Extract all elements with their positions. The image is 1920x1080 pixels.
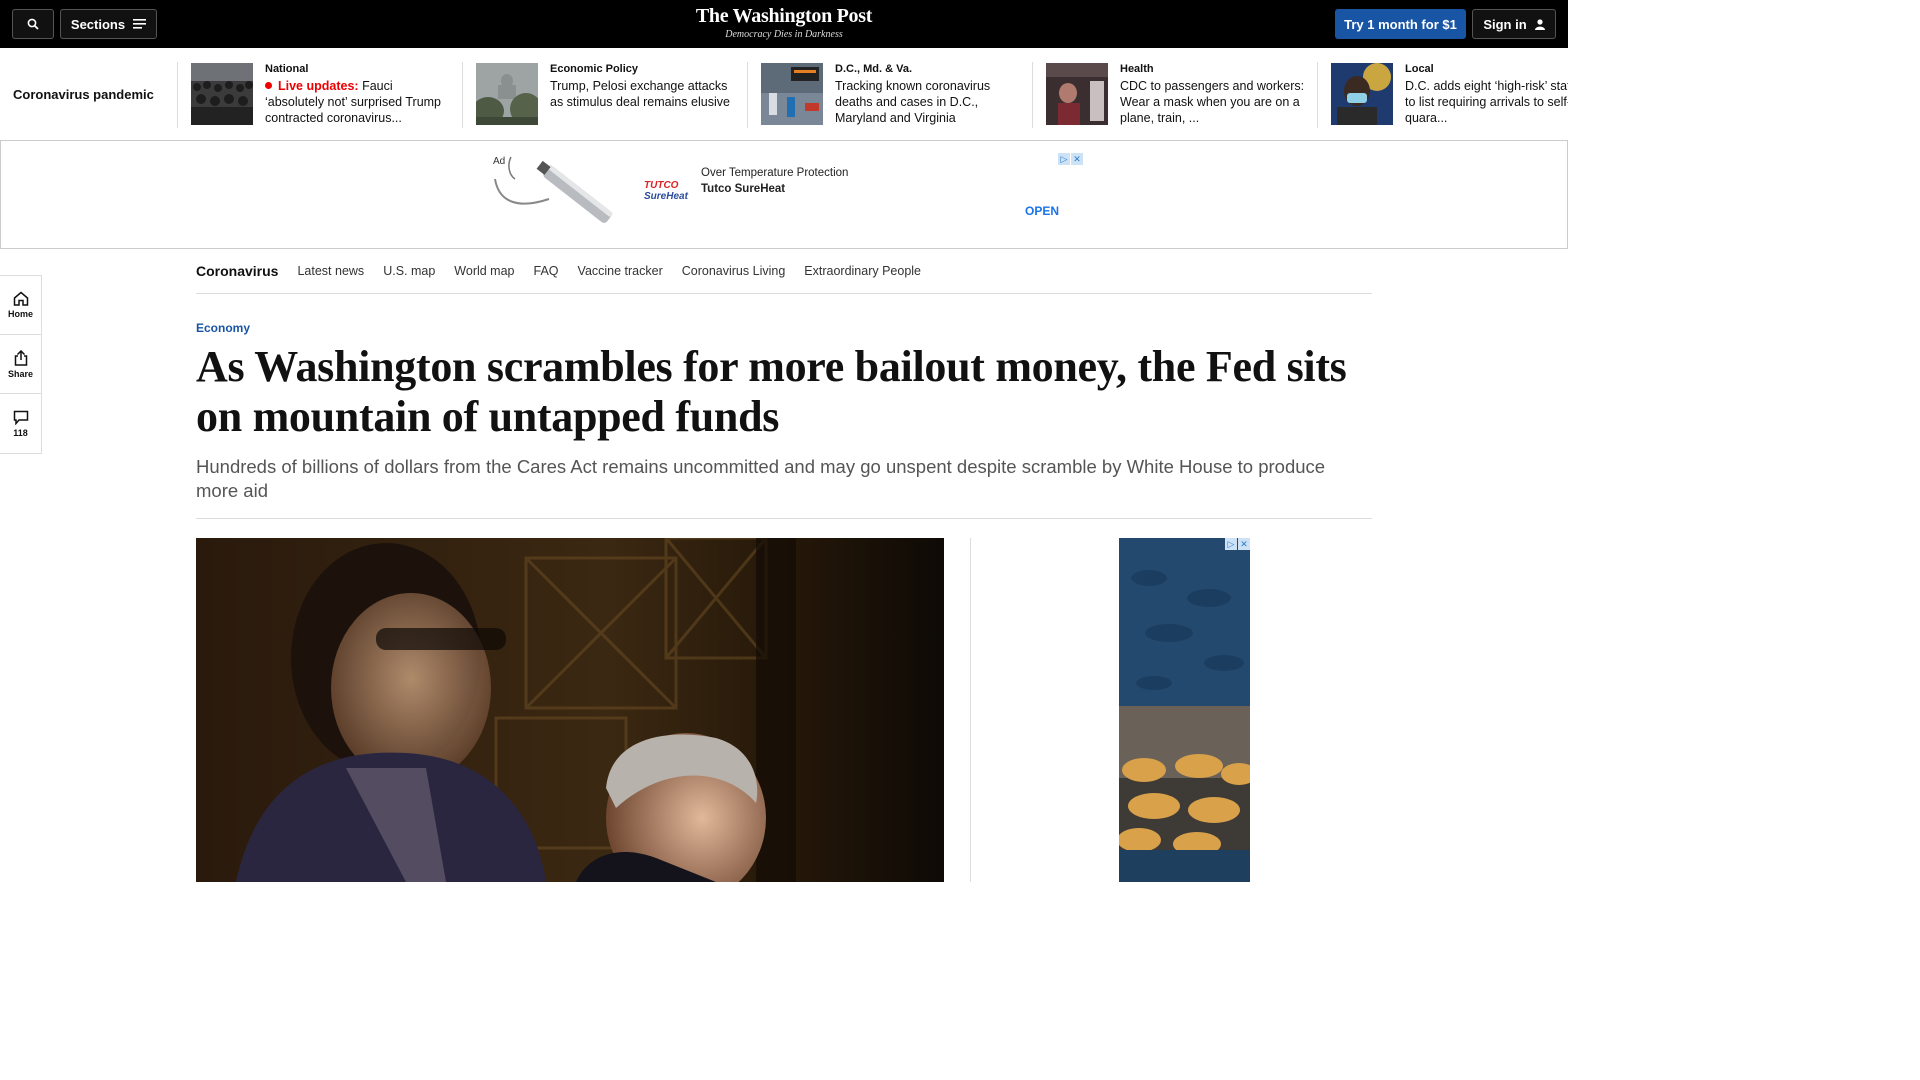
thumbnail-mayor-mask — [1331, 63, 1393, 125]
ad-open-button[interactable]: OPEN — [1025, 204, 1059, 218]
subnav-link[interactable]: Latest news — [297, 264, 364, 278]
user-icon — [1534, 18, 1545, 30]
sidebar-ad[interactable]: ▷ ✕ — [1119, 538, 1250, 882]
home-button[interactable]: Home — [0, 276, 41, 335]
article-title: As Washington scrambles for more bailout… — [196, 342, 1347, 441]
subnav-link[interactable]: Extraordinary People — [804, 264, 921, 278]
thumbnail-crowd — [191, 63, 253, 125]
close-icon[interactable]: ✕ — [1238, 538, 1250, 550]
left-action-rail: Home Share 118 — [0, 275, 42, 454]
signin-button[interactable]: Sign in — [1472, 9, 1556, 39]
ad-brand-top: TUTCO — [644, 180, 679, 191]
thumbnail-testing-site — [761, 63, 823, 125]
adchoices-icon[interactable]: ▷ — [1225, 538, 1237, 550]
ad-choices[interactable]: ▷ ✕ — [1225, 538, 1250, 550]
thumbnail-capitol-fog — [476, 63, 538, 125]
adchoices-icon[interactable]: ▷ — [1058, 153, 1070, 165]
article-kicker[interactable]: Economy — [196, 321, 250, 335]
subnav-link[interactable]: Coronavirus Living — [682, 264, 786, 278]
subnav-link[interactable]: Vaccine tracker — [578, 264, 663, 278]
close-icon[interactable]: ✕ — [1071, 153, 1083, 165]
live-label: Live updates: — [278, 79, 359, 93]
share-button[interactable]: Share — [0, 335, 41, 394]
card-kicker: D.C., Md. & Va. — [835, 63, 913, 75]
card-kicker: Local — [1405, 63, 1434, 75]
ad-tagline: Over Temperature Protection — [701, 167, 849, 179]
header-divider — [196, 518, 1372, 519]
ad-label: Ad — [491, 156, 508, 167]
ad-brand-logo: TUTCO SureHeat — [644, 180, 688, 202]
column-divider — [970, 538, 971, 882]
share-label: Share — [7, 368, 33, 379]
subscribe-button[interactable]: Try 1 month for $1 — [1335, 9, 1466, 39]
article-dek: Hundreds of billions of dollars from the… — [196, 456, 1326, 501]
ad-brand-bottom: SureHeat — [644, 191, 688, 202]
lead-photo-image — [196, 538, 944, 882]
trending-card[interactable]: Health CDC to passengers and workers: We… — [1032, 62, 1317, 128]
site-logo[interactable]: The Washington Post Democracy Dies in Da… — [0, 5, 1568, 40]
logo-tagline: Democracy Dies in Darkness — [725, 29, 843, 40]
comment-icon — [13, 410, 28, 425]
comments-button[interactable]: 118 — [0, 394, 41, 453]
ad-choices[interactable]: ▷ ✕ — [1058, 153, 1083, 165]
subnav-link[interactable]: FAQ — [534, 264, 559, 278]
ad-advertiser: Tutco SureHeat — [701, 183, 786, 195]
card-headline[interactable]: Tracking known coronavirus deaths and ca… — [835, 78, 1025, 126]
subnav-title[interactable]: Coronavirus — [196, 263, 278, 279]
home-icon — [13, 291, 28, 306]
card-headline[interactable]: Live updates: Fauci ‘absolutely not’ sur… — [265, 78, 455, 126]
signin-label: Sign in — [1483, 16, 1527, 32]
lead-photo[interactable] — [196, 538, 944, 882]
logo-wordmark: The Washington Post — [695, 5, 873, 27]
trending-card[interactable]: D.C., Md. & Va. Tracking known coronavir… — [747, 62, 1032, 128]
section-subnav: Coronavirus Latest news U.S. map World m… — [196, 248, 1372, 294]
trending-card[interactable]: Local D.C. adds eight ‘high-risk’ states… — [1317, 62, 1568, 128]
thumbnail-plane-cabin — [1046, 63, 1108, 125]
trending-card[interactable]: Economic Policy Trump, Pelosi exchange a… — [462, 62, 747, 128]
subnav-link[interactable]: U.S. map — [383, 264, 435, 278]
card-kicker: Health — [1120, 63, 1154, 75]
card-headline[interactable]: Trump, Pelosi exchange attacks as stimul… — [550, 78, 740, 110]
subnav-link[interactable]: World map — [454, 264, 514, 278]
heater-product-image — [494, 156, 613, 223]
live-dot-icon — [265, 82, 272, 89]
card-headline[interactable]: D.C. adds eight ‘high-risk’ states to li… — [1405, 78, 1568, 126]
home-label: Home — [7, 309, 33, 319]
ad-creative[interactable]: Ad TUTCO SureHeat Over Temperature Protec… — [489, 153, 1083, 227]
share-icon — [14, 349, 27, 366]
card-kicker: Economic Policy — [550, 63, 639, 75]
card-kicker: National — [265, 63, 309, 75]
card-headline[interactable]: CDC to passengers and workers: Wear a ma… — [1120, 78, 1310, 126]
sidebar-ad-image — [1119, 538, 1250, 882]
top-bar: Sections The Washington Post Democracy D… — [0, 0, 1568, 48]
trending-card[interactable]: National Live updates: Fauci ‘absolutely… — [177, 62, 462, 128]
trending-title[interactable]: Coronavirus pandemic — [13, 87, 154, 102]
ad-banner[interactable]: Ad TUTCO SureHeat Over Temperature Protec… — [0, 140, 1568, 249]
trending-strip: Coronavirus pandemic National Live updat… — [0, 49, 1568, 140]
comment-count: 118 — [13, 427, 28, 438]
